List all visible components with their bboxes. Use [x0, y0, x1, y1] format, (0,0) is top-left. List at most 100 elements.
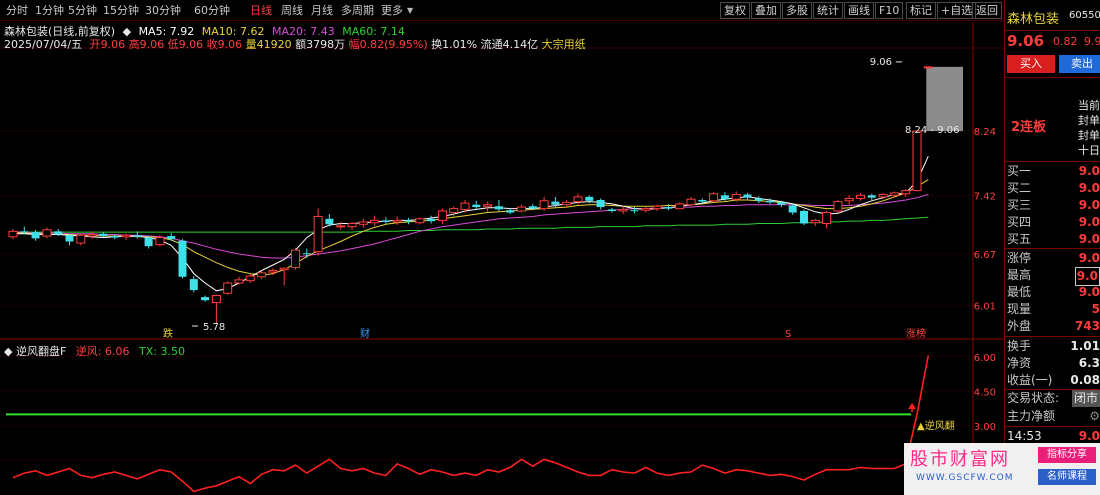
candle-body: [923, 66, 933, 69]
candle-body: [652, 205, 662, 210]
chart-header: 森林包装(日线,前复权) ◆ MA5: 7.92 MA10: 7.62 MA20…: [4, 23, 405, 38]
candle-body: [381, 220, 390, 222]
indicator-line: [12, 355, 930, 493]
candle-body: [720, 195, 729, 200]
bid-row: 买五 9.0: [1007, 232, 1100, 246]
candle-body: [562, 201, 572, 206]
indicator-tick-label: 3.00: [974, 422, 996, 433]
seal-label-1: 封单: [1078, 114, 1100, 127]
candle-body: [110, 236, 119, 238]
candle-body: [404, 220, 413, 222]
candle-body: [437, 210, 447, 221]
candle-body: [664, 207, 673, 209]
signal-label: ▲逆风翻: [917, 419, 955, 432]
candle-body: [144, 237, 153, 247]
candle-body: [788, 205, 797, 213]
bar-amplitude: 幅0.82(9.95%): [348, 38, 428, 51]
candle-body: [427, 218, 436, 222]
candle-body: [686, 198, 696, 206]
candle-body: [506, 210, 515, 213]
candle-body: [867, 195, 876, 198]
indicator-tx: TX: 3.50: [139, 345, 185, 358]
candle-body: [189, 279, 198, 291]
candle-body: [257, 272, 267, 278]
sell-button[interactable]: 卖出: [1059, 55, 1100, 73]
bar-high: 高9.06: [128, 38, 165, 51]
candle-body: [641, 208, 651, 211]
watermark-badge-share: 指标分享: [1038, 447, 1096, 463]
candle-body: [539, 200, 549, 210]
candle-body: [472, 204, 481, 208]
candle-body: [878, 194, 888, 198]
price-tick-label: 6.01: [974, 302, 996, 313]
candle-body: [358, 221, 368, 225]
watermark-logo: 股市财富网 WWW.GSCFW.COM 指标分享 名师课程: [904, 443, 1100, 495]
candle-body: [698, 200, 707, 202]
candle-body: [20, 231, 29, 233]
stat-row: 外盘 743: [1007, 319, 1100, 333]
stat-row: 最高 9.0: [1005, 267, 1100, 286]
bar-open: 开9.06: [89, 38, 126, 51]
indicator-value: 逆风: 6.06: [75, 345, 130, 358]
candle-body: [517, 206, 526, 212]
candle-body: [313, 215, 323, 253]
min-price-label: 5.78: [203, 322, 225, 333]
candle-body: [415, 218, 425, 224]
stat-row: 换手 1.01: [1007, 339, 1100, 353]
candle-body: [268, 269, 278, 273]
ma5-line: [13, 155, 929, 292]
candle-body: [336, 225, 346, 228]
candle-body: [87, 233, 97, 237]
low-marker: 跌: [163, 327, 173, 340]
indicator-tick-label: 4.50: [974, 387, 996, 398]
limit-streak: 2连板: [1011, 120, 1047, 135]
candle-body: [325, 218, 334, 225]
candle-body: [800, 210, 808, 224]
kline-chart[interactable]: 8.247.426.676.016.004.503.001.509.068.24…: [0, 0, 1004, 495]
bar-date: 2025/07/04/五: [4, 38, 83, 51]
bar-amount: 额3798万: [295, 38, 346, 51]
candle-body: [856, 194, 865, 199]
candle-body: [709, 193, 719, 202]
candle-body: [494, 206, 503, 210]
sector-tag: 大宗用纸: [541, 38, 586, 51]
candle-body: [743, 194, 752, 198]
candle-body: [822, 212, 832, 224]
candle-body: [99, 233, 108, 237]
candle-body: [234, 279, 244, 284]
gear-icon: ⚙: [1089, 409, 1100, 423]
stat-row: 涨停 9.0: [1007, 251, 1100, 265]
candle-body: [155, 237, 165, 246]
candle-body: [754, 198, 763, 201]
candle-body: [201, 297, 210, 301]
bid-row: 买四 9.0: [1007, 215, 1100, 229]
candle-body: [551, 201, 560, 205]
panel-stock-name: 森林包装: [1007, 12, 1060, 27]
candle-body: [245, 275, 255, 282]
watermark-badge-course: 名师课程: [1038, 469, 1096, 485]
price-tick-label: 6.67: [974, 250, 996, 261]
indicator-header: ◆ 逆风翻盘F 逆风: 6.06 TX: 3.50: [4, 343, 185, 358]
limit-gap-box: [926, 66, 963, 132]
quote-panel: 森林包装 60550 9.06 0.82 9.9 买入 卖出 当前 封单 封单 …: [1004, 0, 1100, 495]
candle-body: [912, 130, 922, 192]
signal-arrow-head: [908, 403, 916, 409]
stat-row: 现量 5: [1007, 302, 1100, 316]
bid-row: 买二 9.0: [1007, 181, 1100, 195]
candle-body: [370, 219, 380, 224]
panel-price: 9.06: [1007, 32, 1045, 50]
candle-body: [302, 253, 311, 255]
bid-row: 买三 9.0: [1007, 198, 1100, 212]
float-shares: 流通4.14亿: [480, 38, 539, 51]
candle-body: [901, 190, 911, 195]
candle-body: [347, 222, 357, 228]
indicator-name: 逆风翻盘F: [15, 345, 67, 358]
bar-close: 收9.06: [206, 38, 243, 51]
candle-body: [42, 229, 52, 237]
buy-button[interactable]: 买入: [1007, 55, 1055, 73]
panel-change: 0.82: [1053, 35, 1078, 48]
candle-body: [585, 196, 594, 201]
candle-body: [449, 208, 459, 214]
candle-body: [833, 201, 843, 212]
indicator-tick-label: 6.00: [974, 353, 996, 364]
